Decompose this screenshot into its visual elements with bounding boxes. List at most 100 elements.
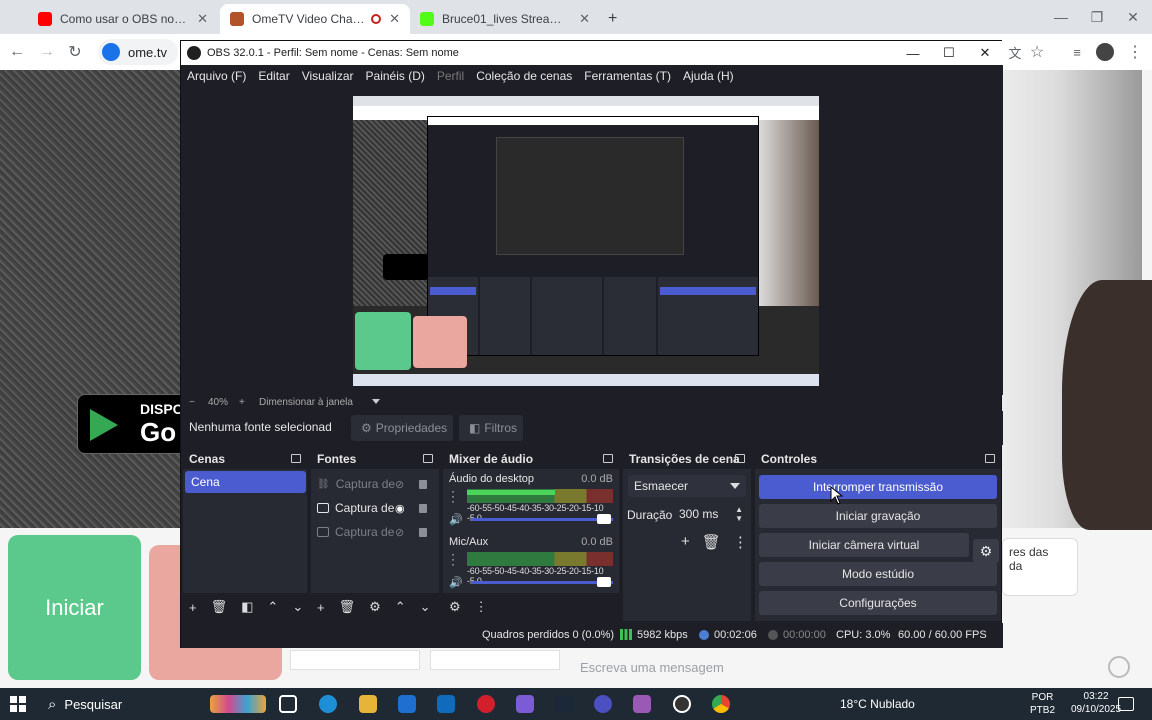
program-preview[interactable] (353, 96, 819, 386)
undock-icon[interactable] (423, 454, 433, 463)
profile-avatar[interactable] (1094, 41, 1116, 63)
google-play-badge[interactable]: DISPO Go (77, 394, 187, 454)
close-tab-icon[interactable]: ✕ (389, 11, 400, 27)
scene-item-cena[interactable]: Cena (185, 471, 306, 493)
transition-menu-icon[interactable]: ⋮ (733, 533, 748, 551)
file-explorer-icon[interactable] (359, 695, 377, 713)
menu-paineis[interactable]: Painéis (D) (360, 69, 431, 83)
add-source-icon[interactable]: + (317, 600, 325, 615)
eye-hidden-icon[interactable]: ⊘ (395, 526, 404, 539)
move-up-icon[interactable]: ⌃ (267, 599, 278, 615)
volume-slider[interactable] (471, 518, 613, 521)
volume-slider-handle[interactable] (597, 514, 611, 524)
studio-mode-button[interactable]: Modo estúdio (759, 562, 997, 586)
eye-hidden-icon[interactable]: ⊘ (395, 478, 404, 491)
menu-editar[interactable]: Editar (252, 69, 295, 83)
reload-icon[interactable]: ↻ (64, 41, 86, 63)
scene-filters-icon[interactable]: ◧ (241, 599, 253, 615)
browser-menu-icon[interactable]: ⋮ (1124, 41, 1146, 63)
chat-message-input[interactable]: Escreva uma mensagem (570, 652, 1130, 682)
start-virtual-camera-button[interactable]: Iniciar câmera virtual (759, 533, 969, 557)
obs-close-icon[interactable]: ✕ (967, 41, 1003, 65)
lock-icon[interactable] (419, 479, 427, 489)
forward-icon[interactable]: → (36, 41, 58, 63)
undock-icon[interactable] (735, 454, 745, 463)
tab-ometv[interactable]: OmeTV Video Chat — Ome ✕ (220, 4, 410, 34)
remove-scene-icon[interactable]: 🗑 (211, 599, 228, 615)
add-scene-icon[interactable]: + (189, 600, 197, 615)
filters-button[interactable]: ◧ Filtros (459, 415, 523, 441)
media-control-icon[interactable]: ≡ (1066, 41, 1088, 63)
add-transition-icon[interactable]: + (681, 533, 690, 551)
properties-button[interactable]: ⚙ Propriedades (351, 415, 453, 441)
volume-slider-handle[interactable] (597, 577, 611, 587)
start-chat-button[interactable]: Iniciar (8, 535, 141, 680)
source-item[interactable]: Captura de ◉ (317, 497, 435, 519)
obs-maximize-icon[interactable]: ☐ (931, 41, 967, 65)
virtual-camera-settings-icon[interactable]: ⚙ (973, 539, 999, 563)
weather-widget[interactable]: 18°C Nublado (840, 697, 915, 711)
channel-menu-icon[interactable]: · · · (451, 548, 455, 570)
app-icon[interactable] (633, 695, 651, 713)
discord-icon[interactable] (594, 695, 612, 713)
new-tab-button[interactable]: + (602, 4, 628, 34)
fit-to-window[interactable]: Dimensionar à janela (259, 397, 353, 408)
menu-visualizar[interactable]: Visualizar (296, 69, 360, 83)
advanced-audio-icon[interactable]: ⚙ (449, 599, 461, 615)
menu-perfil[interactable]: Perfil (431, 69, 470, 83)
start-recording-button[interactable]: Iniciar gravação (759, 504, 997, 528)
obs-minimize-icon[interactable]: — (895, 41, 931, 65)
steam-icon[interactable] (555, 695, 573, 713)
chrome-icon[interactable] (712, 695, 730, 713)
translate-icon[interactable]: 文 (1004, 41, 1026, 63)
undock-icon[interactable] (291, 454, 301, 463)
zoom-in-button[interactable]: + (239, 397, 245, 408)
source-properties-icon[interactable]: ⚙ (369, 599, 381, 615)
transition-select[interactable]: Esmaecer (628, 475, 746, 497)
opera-icon[interactable] (477, 695, 495, 713)
zoom-dropdown-icon[interactable] (372, 399, 380, 404)
obs-taskbar-icon[interactable] (673, 695, 691, 713)
taskbar-search[interactable]: ⌕ Pesquisar (48, 688, 122, 720)
eye-visible-icon[interactable]: ◉ (395, 502, 405, 515)
site-info-icon[interactable] (102, 43, 120, 61)
source-item[interactable]: Captura de ⊘ (317, 521, 435, 543)
menu-colecao-cenas[interactable]: Coleção de cenas (470, 69, 578, 83)
channel-menu-icon[interactable]: · · · (451, 485, 455, 507)
store-icon[interactable] (398, 695, 416, 713)
back-icon[interactable]: ← (6, 41, 28, 63)
close-tab-icon[interactable]: ✕ (197, 11, 208, 27)
minimize-icon[interactable]: — (1042, 0, 1080, 34)
taskbar-widget-icon[interactable] (210, 695, 266, 713)
speaker-icon[interactable]: 🔊 (449, 576, 463, 589)
edge-icon[interactable] (319, 695, 337, 713)
taskbar-clock[interactable]: 03:22 09/10/2025 (1071, 690, 1121, 716)
task-view-icon[interactable] (279, 695, 297, 713)
address-bar[interactable]: ome.tv (98, 39, 178, 65)
move-down-icon[interactable]: ⌄ (292, 599, 303, 615)
outlook-icon[interactable] (437, 695, 455, 713)
notification-icon[interactable] (1118, 697, 1134, 711)
language-indicator[interactable]: POR PTB2 (1030, 691, 1055, 717)
settings-button[interactable]: Configurações (759, 591, 997, 615)
copilot-icon[interactable] (516, 695, 534, 713)
zoom-out-button[interactable]: − (189, 397, 195, 408)
move-down-icon[interactable]: ⌄ (420, 599, 431, 615)
windows-start-icon[interactable] (10, 696, 26, 712)
lock-icon[interactable] (419, 503, 427, 513)
bookmark-star-icon[interactable]: ☆ (1026, 41, 1048, 63)
emoji-icon[interactable] (1108, 656, 1130, 678)
close-window-icon[interactable]: ✕ (1114, 0, 1152, 34)
tab-kick-stream[interactable]: Bruce01_lives Stream - Watch L ✕ (410, 4, 600, 34)
source-item[interactable]: ⛓ Captura de ⊘ (317, 473, 435, 495)
tab-obs-tutorial[interactable]: Como usar o OBS no OmeTV - ✕ (28, 4, 218, 34)
volume-slider[interactable] (471, 581, 613, 584)
restore-icon[interactable]: ❐ (1078, 0, 1116, 34)
duration-spinbox[interactable]: 300 ms ▲ ▼ (673, 503, 747, 525)
stop-streaming-button[interactable]: Interromper transmissão (759, 475, 997, 499)
speaker-icon[interactable]: 🔊 (449, 513, 463, 526)
remove-source-icon[interactable]: 🗑 (339, 599, 356, 615)
undock-icon[interactable] (985, 454, 995, 463)
remove-transition-icon[interactable]: 🗑 (702, 533, 721, 551)
undock-icon[interactable] (603, 454, 613, 463)
